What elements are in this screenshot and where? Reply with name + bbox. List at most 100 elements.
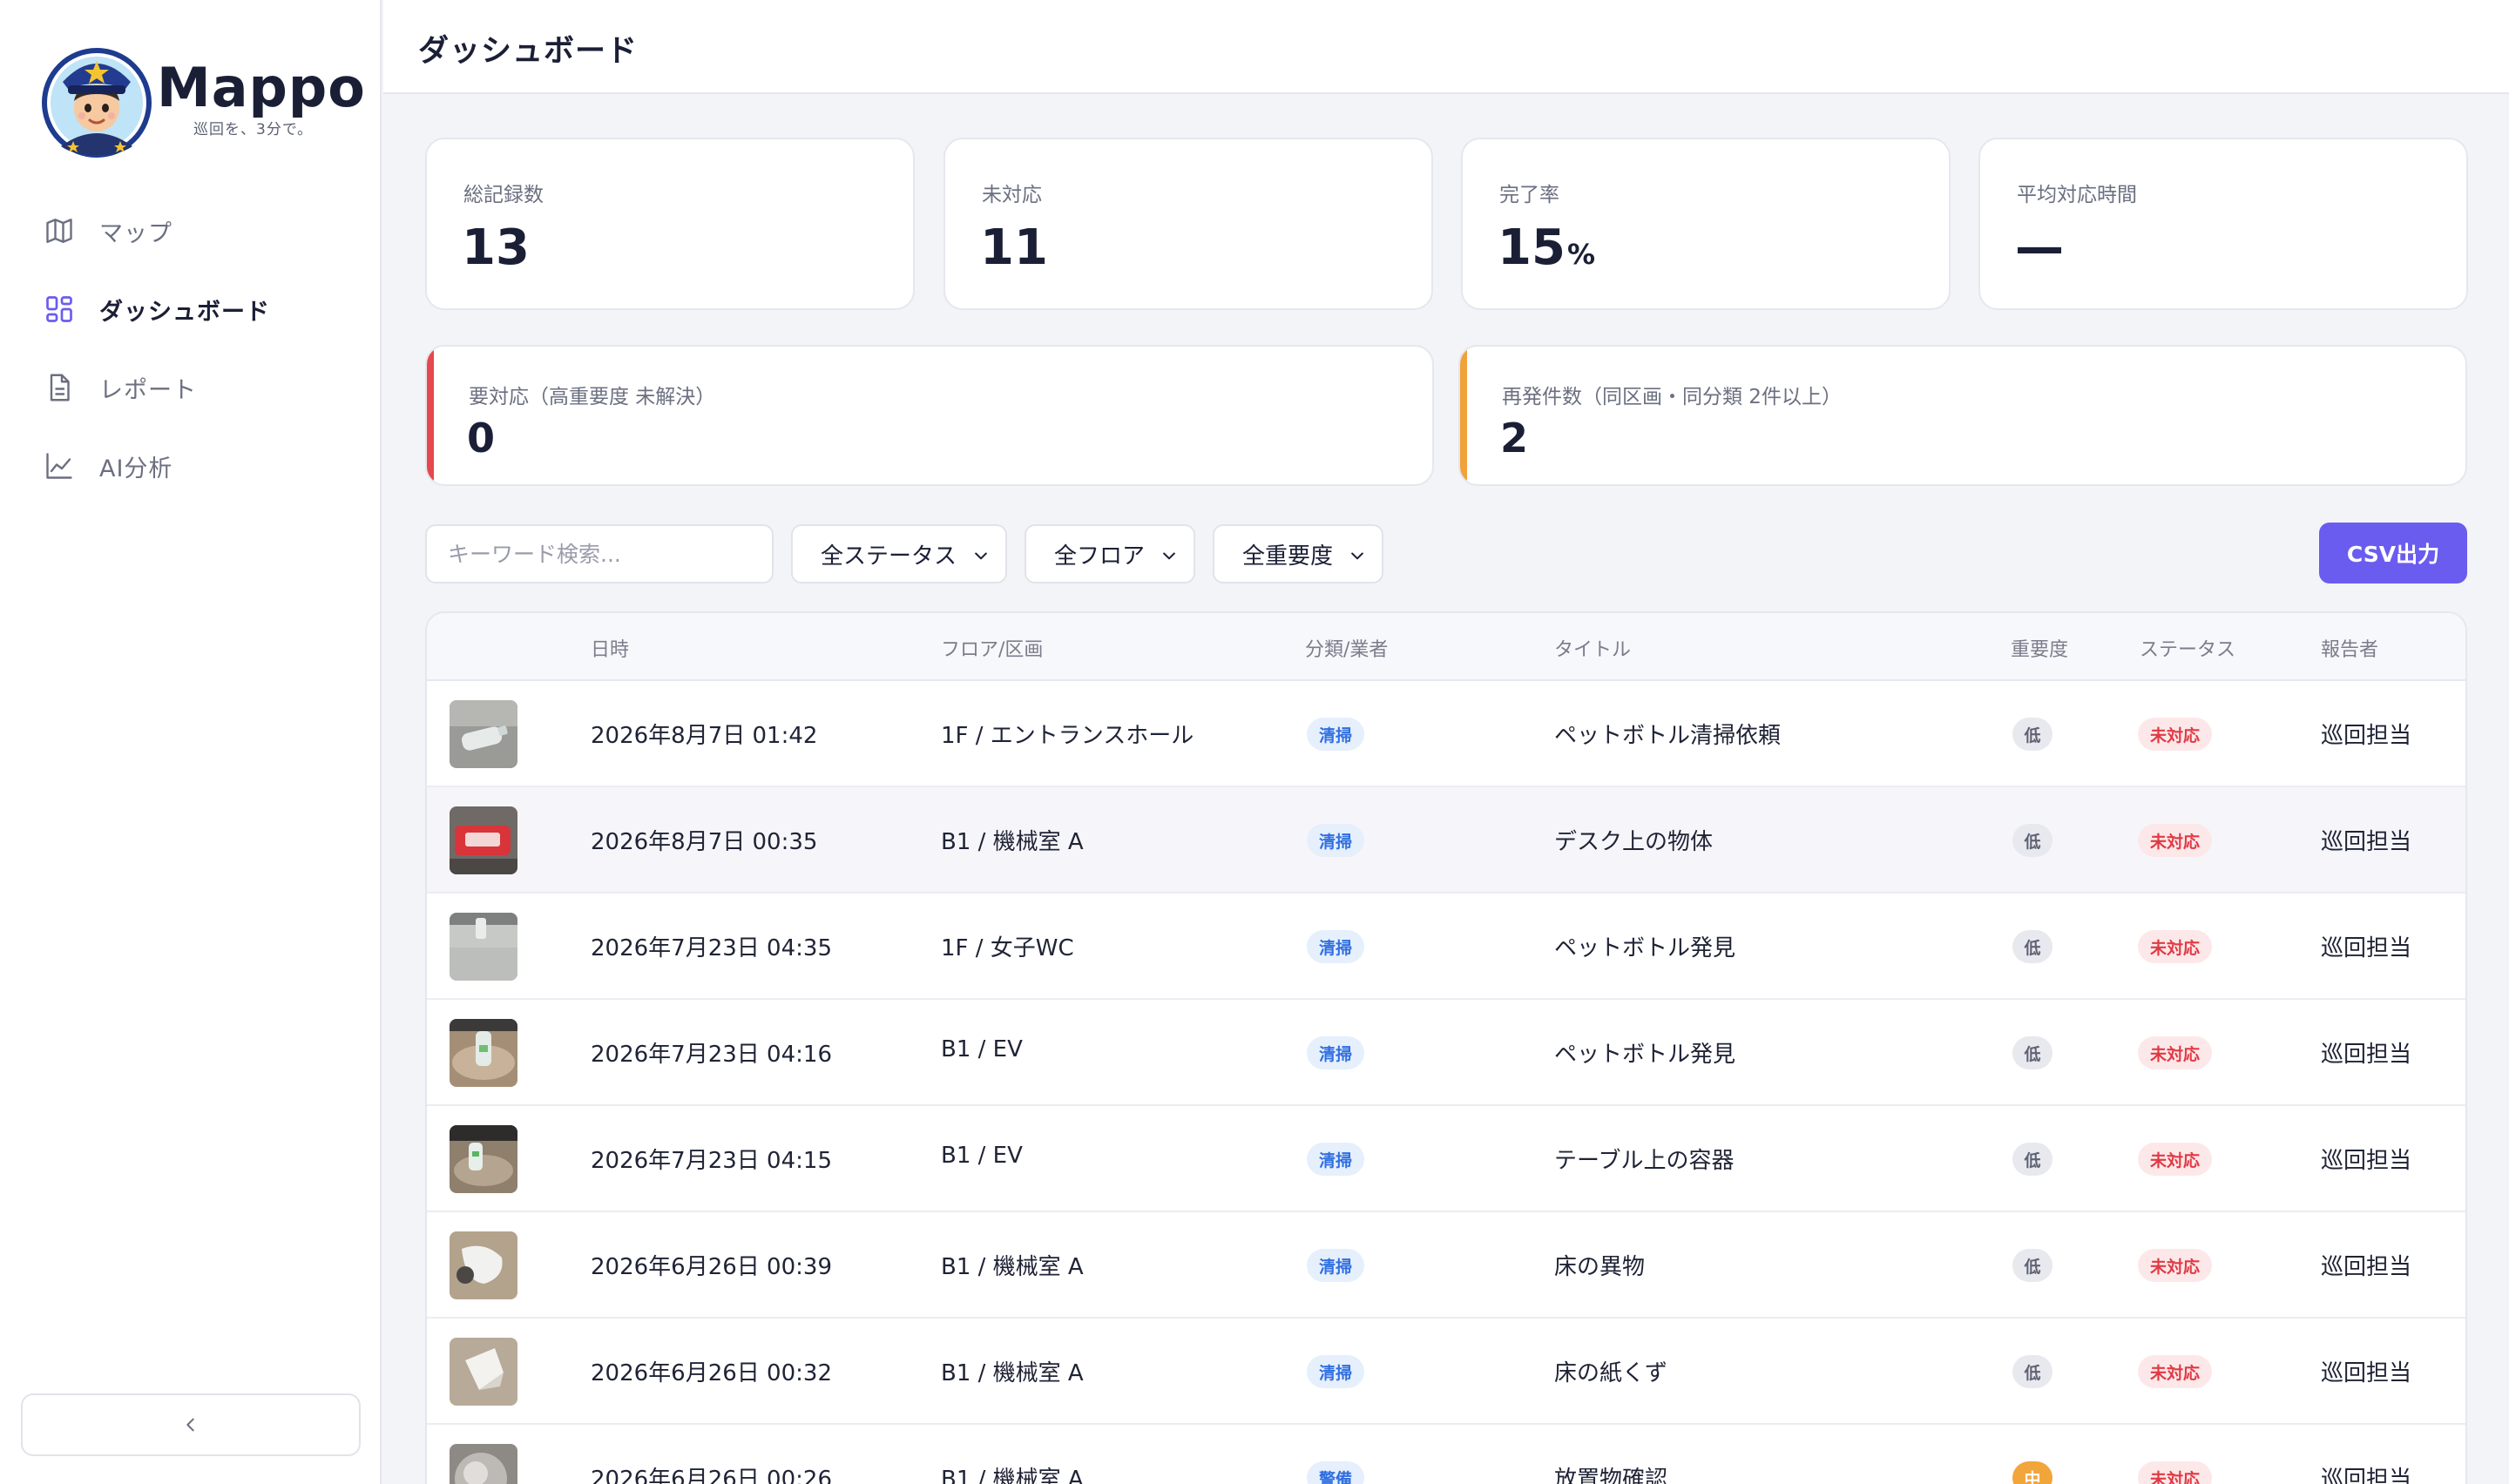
status-badge: 未対応 bbox=[2138, 718, 2213, 751]
cell-reporter: 巡回担当 bbox=[2321, 723, 2412, 749]
column-header-category[interactable]: 分類/業者 bbox=[1305, 634, 1388, 662]
chart-line-icon bbox=[46, 453, 72, 479]
alert-value: 2 bbox=[1500, 415, 1529, 462]
table-row[interactable]: 2026年8月7日 01:42 1F / エントランスホール 清掃 ペットボトル… bbox=[427, 681, 2465, 787]
column-header-datetime[interactable]: 日時 bbox=[591, 634, 629, 662]
cell-floor: B1 / EV bbox=[941, 1036, 1023, 1062]
alert-card-recurrence: 再発件数（同区画・同分類 2件以上） 2 bbox=[1458, 345, 2467, 486]
sidebar: Mappo 巡回を、3分で。 マップ ダッシュボード レポート AI分析 bbox=[0, 0, 382, 1484]
cell-floor: B1 / 機械室 A bbox=[941, 1467, 1084, 1484]
chevron-left-icon bbox=[186, 1418, 194, 1432]
sidebar-item-ai-analysis[interactable]: AI分析 bbox=[0, 427, 382, 505]
cell-floor: 1F / 女子WC bbox=[941, 935, 1074, 961]
stat-label: 完了率 bbox=[1499, 184, 1559, 206]
category-badge: 警備 bbox=[1307, 1461, 1365, 1484]
csv-export-button[interactable]: CSV出力 bbox=[2319, 523, 2467, 583]
floor-filter-value: 全フロア bbox=[1054, 543, 1146, 570]
status-badge: 未対応 bbox=[2138, 824, 2213, 857]
cell-floor: B1 / EV bbox=[941, 1143, 1023, 1169]
cell-reporter: 巡回担当 bbox=[2321, 1254, 2412, 1280]
alert-card-high-severity: 要対応（高重要度 未解決） 0 bbox=[425, 345, 1434, 486]
record-thumbnail[interactable] bbox=[450, 1338, 517, 1406]
category-badge: 清掃 bbox=[1307, 824, 1365, 857]
keyword-search-input[interactable] bbox=[425, 524, 774, 583]
chevron-down-icon bbox=[1351, 552, 1363, 560]
stat-label: 総記録数 bbox=[463, 184, 544, 206]
table-row[interactable]: 2026年6月26日 00:26 B1 / 機械室 A 警備 放置物確認 中 未… bbox=[427, 1425, 2465, 1484]
severity-badge: 中 bbox=[2012, 1461, 2053, 1484]
severity-badge: 低 bbox=[2012, 1143, 2053, 1176]
sidebar-item-map[interactable]: マップ bbox=[0, 192, 382, 270]
record-thumbnail[interactable] bbox=[450, 1231, 517, 1299]
record-thumbnail[interactable] bbox=[450, 913, 517, 981]
cell-title: ペットボトル発見 bbox=[1554, 1042, 1736, 1068]
floor-filter-select[interactable]: 全フロア bbox=[1025, 524, 1195, 583]
table-row[interactable]: 2026年7月23日 04:16 B1 / EV 清掃 ペットボトル発見 低 未… bbox=[427, 1000, 2465, 1106]
stat-value: 15% bbox=[1498, 219, 1595, 276]
cell-datetime: 2026年7月23日 04:35 bbox=[591, 935, 832, 961]
stat-label: 未対応 bbox=[982, 184, 1042, 206]
column-header-floor[interactable]: フロア/区画 bbox=[941, 634, 1043, 662]
cell-title: 床の異物 bbox=[1554, 1254, 1646, 1280]
severity-filter-value: 全重要度 bbox=[1242, 543, 1334, 570]
stat-label: 平均対応時間 bbox=[2017, 184, 2137, 206]
cell-floor: B1 / 機械室 A bbox=[941, 829, 1084, 855]
table-row[interactable]: 2026年6月26日 00:39 B1 / 機械室 A 清掃 床の異物 低 未対… bbox=[427, 1212, 2465, 1319]
record-thumbnail[interactable] bbox=[450, 1444, 517, 1484]
alert-label: 要対応（高重要度 未解決） bbox=[469, 386, 716, 408]
column-header-severity[interactable]: 重要度 bbox=[2011, 634, 2068, 662]
stat-value: 13 bbox=[462, 219, 530, 276]
severity-filter-select[interactable]: 全重要度 bbox=[1213, 524, 1383, 583]
record-thumbnail[interactable] bbox=[450, 1019, 517, 1087]
status-badge: 未対応 bbox=[2138, 1036, 2213, 1069]
sidebar-collapse-button[interactable] bbox=[21, 1393, 361, 1456]
app-logo[interactable]: Mappo 巡回を、3分で。 bbox=[42, 42, 365, 160]
category-badge: 清掃 bbox=[1307, 930, 1365, 963]
chevron-down-icon bbox=[975, 552, 987, 560]
table-header: 日時 フロア/区画 分類/業者 タイトル 重要度 ステータス 報告者 bbox=[427, 613, 2465, 681]
severity-badge: 低 bbox=[2012, 824, 2053, 857]
record-thumbnail[interactable] bbox=[450, 806, 517, 874]
stat-value: — bbox=[2015, 219, 2064, 276]
column-header-title[interactable]: タイトル bbox=[1554, 634, 1631, 662]
table-row[interactable]: 2026年8月7日 00:35 B1 / 機械室 A 清掃 デスク上の物体 低 … bbox=[427, 787, 2465, 894]
status-filter-select[interactable]: 全ステータス bbox=[791, 524, 1007, 583]
category-badge: 清掃 bbox=[1307, 718, 1365, 751]
page-header: ダッシュボード bbox=[383, 0, 2509, 94]
cell-reporter: 巡回担当 bbox=[2321, 1360, 2412, 1386]
chevron-down-icon bbox=[1163, 552, 1175, 560]
sidebar-item-report[interactable]: レポート bbox=[0, 348, 382, 427]
page-title: ダッシュボード bbox=[418, 34, 639, 69]
cell-reporter: 巡回担当 bbox=[2321, 1467, 2412, 1484]
sidebar-item-label: ダッシュボード bbox=[99, 298, 270, 326]
sidebar-item-label: AI分析 bbox=[99, 455, 173, 482]
record-thumbnail[interactable] bbox=[450, 1125, 517, 1193]
severity-badge: 低 bbox=[2012, 718, 2053, 751]
cell-title: 放置物確認 bbox=[1554, 1467, 1668, 1484]
alert-accent-bar bbox=[427, 347, 434, 484]
sidebar-item-dashboard[interactable]: ダッシュボード bbox=[0, 270, 382, 348]
cell-datetime: 2026年8月7日 01:42 bbox=[591, 723, 818, 749]
category-badge: 清掃 bbox=[1307, 1143, 1365, 1176]
cell-datetime: 2026年7月23日 04:15 bbox=[591, 1148, 832, 1174]
stat-card-completion-rate: 完了率 15% bbox=[1461, 138, 1951, 310]
dashboard-icon bbox=[46, 296, 72, 322]
column-header-status[interactable]: ステータス bbox=[2140, 634, 2235, 662]
record-thumbnail[interactable] bbox=[450, 700, 517, 768]
sidebar-item-label: レポート bbox=[99, 376, 197, 404]
stat-card-open: 未対応 11 bbox=[943, 138, 1433, 310]
cell-datetime: 2026年6月26日 00:39 bbox=[591, 1254, 832, 1280]
sidebar-item-label: マップ bbox=[99, 219, 172, 247]
severity-badge: 低 bbox=[2012, 1355, 2053, 1388]
table-row[interactable]: 2026年7月23日 04:15 B1 / EV 清掃 テーブル上の容器 低 未… bbox=[427, 1106, 2465, 1212]
table-row[interactable]: 2026年6月26日 00:32 B1 / 機械室 A 清掃 床の紙くず 低 未… bbox=[427, 1319, 2465, 1425]
stat-card-total: 総記録数 13 bbox=[425, 138, 915, 310]
cell-floor: B1 / 機械室 A bbox=[941, 1254, 1084, 1280]
cell-datetime: 2026年7月23日 04:16 bbox=[591, 1042, 832, 1068]
table-row[interactable]: 2026年7月23日 04:35 1F / 女子WC 清掃 ペットボトル発見 低… bbox=[427, 894, 2465, 1000]
status-badge: 未対応 bbox=[2138, 1143, 2213, 1176]
status-badge: 未対応 bbox=[2138, 930, 2213, 963]
mascot-logo-icon bbox=[42, 48, 152, 158]
app-name: Mappo bbox=[157, 56, 366, 119]
column-header-reporter[interactable]: 報告者 bbox=[2321, 634, 2378, 662]
